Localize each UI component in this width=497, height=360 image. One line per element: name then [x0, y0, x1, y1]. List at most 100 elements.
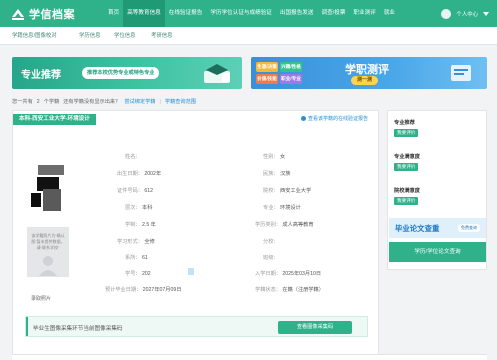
field-value: 2002年 — [144, 171, 162, 177]
pixelated-block — [38, 165, 64, 175]
nav-item-certification[interactable]: 学历学位认证与成绩验证 — [206, 0, 276, 27]
info-icon — [300, 116, 306, 121]
missing-question: 还有学籍没有显示出来？ — [63, 99, 121, 105]
person-silhouette-icon — [39, 256, 57, 276]
pixelated-block — [43, 189, 61, 211]
field-label: 学习形式： — [117, 239, 143, 245]
banner-subtitle: 推荐本校优势专业或特色专业 — [82, 67, 160, 79]
section-title: 专业推荐 — [394, 120, 415, 126]
field-value: 2027年07月09日 — [142, 287, 182, 293]
subnav-item-degree-record[interactable]: 学历信息 — [79, 27, 101, 45]
field-label: 姓名： — [125, 154, 141, 160]
nav-item-abroad-report[interactable]: 出国报告发送 — [276, 0, 318, 27]
record-count-line: 您一共有 2 个学籍 还有学籍没有显示出来？ 尝试绑定学籍 | 学籍查询范围 — [12, 98, 196, 106]
thesis-query-button[interactable]: 学历/学位论文查询 — [389, 242, 486, 262]
field-label: 层次： — [125, 205, 141, 211]
subnav-item-postgrad-info[interactable]: 考研信息 — [151, 27, 173, 45]
field-label: 入学日期： — [255, 271, 281, 277]
tag-career: 职业/专业 — [280, 74, 302, 84]
count-unit: 个学籍 — [43, 99, 60, 105]
field-label: 性别： — [263, 154, 279, 160]
field-value: 2025年03月10日 — [282, 271, 322, 277]
card-header: 本科-西安工业大学-环境设计 查看该学籍的在线验证报告 — [13, 111, 378, 127]
evaluate-button[interactable]: 我要评价 — [394, 197, 419, 205]
photo-caption: 录取照片 — [30, 296, 51, 302]
record-title: 本科-西安工业大学-环境设计 — [13, 114, 96, 125]
brand-name: 学信档案 — [29, 9, 75, 21]
field-record-status: 学籍状态： 在籍（注册学籍） — [255, 286, 324, 293]
tag-values: 价值/技能 — [256, 74, 278, 84]
subnav-item-status-photo[interactable]: 学籍信息/图像校对 — [12, 27, 57, 45]
count-prefix: 您一共有 — [12, 99, 33, 105]
subnav-item-degree-info[interactable]: 学位信息 — [114, 27, 136, 45]
image-capture-notice: 毕业生图像采集环节当前图像采集码 查看图像采集码 — [25, 316, 368, 337]
graduation-cap-icon — [204, 64, 230, 83]
field-value: 2.5 年 — [142, 222, 156, 228]
evaluate-button[interactable]: 我要评价 — [394, 163, 419, 171]
field-value: 61 — [142, 255, 148, 261]
field-value: 全修 — [144, 239, 155, 245]
field-label: 证件号码： — [117, 188, 143, 194]
field-value: 西安工业大学 — [280, 188, 312, 194]
photo-note: 该学籍照片为“确认版”暂未提供数据，请“联系学校” — [31, 233, 65, 250]
user-center-label: 个人中心 — [456, 11, 478, 18]
tag-personality: 兴趣/性格 — [280, 62, 302, 72]
field-value: 女 — [280, 154, 286, 160]
record-scope-link[interactable]: 学籍查询范围 — [165, 98, 196, 105]
field-label: 分校： — [263, 239, 279, 245]
brand-logo[interactable]: 学信档案 — [10, 6, 75, 22]
evaluation-sidebar: 专业推荐 我要评价 专业满意度 我要评价 院校满意度 我要评价 毕业论文查重 免… — [387, 110, 487, 270]
nav-item-home[interactable]: 首页 — [104, 0, 123, 27]
field-label: 专业： — [263, 205, 279, 211]
field-ethnicity: 民族： 汉族 — [263, 170, 290, 177]
field-enrollment-date: 入学日期： 2025年03月10日 — [255, 270, 321, 277]
field-level: 层次： 本科 — [125, 204, 152, 211]
field-value: 成人高等教育 — [282, 222, 314, 228]
nav-item-survey[interactable]: 调查/投票 — [317, 0, 349, 27]
field-label: 学历类别： — [255, 222, 281, 228]
bind-record-link[interactable]: 尝试绑定学籍 — [124, 98, 155, 105]
section-school-satisfaction: 院校满意度 我要评价 — [394, 187, 482, 217]
chevron-down-icon — [483, 11, 489, 16]
field-branch: 分校： — [263, 238, 279, 245]
field-value: 环境设计 — [280, 205, 301, 211]
nav-item-career-test[interactable]: 职业测评 — [349, 0, 379, 27]
field-expected-graduation: 预计毕业日期： 2027年07月09日 — [105, 286, 181, 293]
record-count: 2 — [36, 98, 40, 105]
notice-accent — [26, 317, 28, 336]
photo-placeholder: 该学籍照片为“确认版”暂未提供数据，请“联系学校” — [27, 227, 69, 277]
field-label: 学号： — [125, 271, 141, 277]
user-menu[interactable]: 个人中心 — [441, 0, 489, 27]
view-report-link[interactable]: 查看该学籍的在线验证报告 — [300, 115, 368, 122]
test-now-button[interactable]: 测一测 — [351, 76, 379, 85]
student-photo — [31, 153, 65, 215]
tag-decision: 生涯/决策 — [256, 62, 278, 72]
field-label: 班级： — [263, 255, 279, 261]
field-label: 系所： — [125, 255, 141, 261]
notice-text: 毕业生图像采集环节当前图像采集码 — [33, 326, 123, 332]
section-title: 专业满意度 — [394, 154, 420, 160]
evaluate-button[interactable]: 我要评价 — [394, 129, 419, 137]
nav-item-online-report[interactable]: 在线验证报告 — [165, 0, 207, 27]
view-capture-code-button[interactable]: 查看图像采集码 — [278, 321, 352, 334]
field-label: 预计毕业日期： — [105, 287, 142, 293]
thesis-check-title: 毕业论文查重 — [395, 224, 440, 233]
pixelated-block — [31, 193, 41, 207]
field-school: 院校： 西安工业大学 — [263, 187, 311, 194]
thesis-check-ad[interactable]: 毕业论文查重 免费查询 — [389, 218, 486, 238]
field-label: 出生日期： — [117, 171, 143, 177]
career-test-banner[interactable]: 生涯/决策 兴趣/性格 价值/技能 职业/专业 学职测评 测一测 — [251, 57, 487, 89]
field-value: 汉族 — [280, 171, 291, 177]
nav-item-higher-education[interactable]: 高等教育信息 — [123, 0, 165, 27]
field-id-number: 证件号码： 612 — [117, 187, 153, 194]
free-check-pill: 免费查询 — [458, 224, 480, 232]
field-value: 612 — [144, 188, 154, 194]
test-illustration-icon — [451, 65, 471, 81]
field-birthdate: 出生日期： 2002年 — [117, 170, 161, 177]
banner-title: 学职测评 — [345, 64, 389, 76]
logo-icon — [12, 9, 24, 20]
major-recommend-banner[interactable]: 专业推荐 推荐本校优势专业或特色专业 — [12, 57, 242, 89]
view-report-label: 查看该学籍的在线验证报告 — [307, 116, 368, 122]
nav-item-employment[interactable]: 就业 — [380, 0, 399, 27]
field-label: 民族： — [263, 171, 279, 177]
